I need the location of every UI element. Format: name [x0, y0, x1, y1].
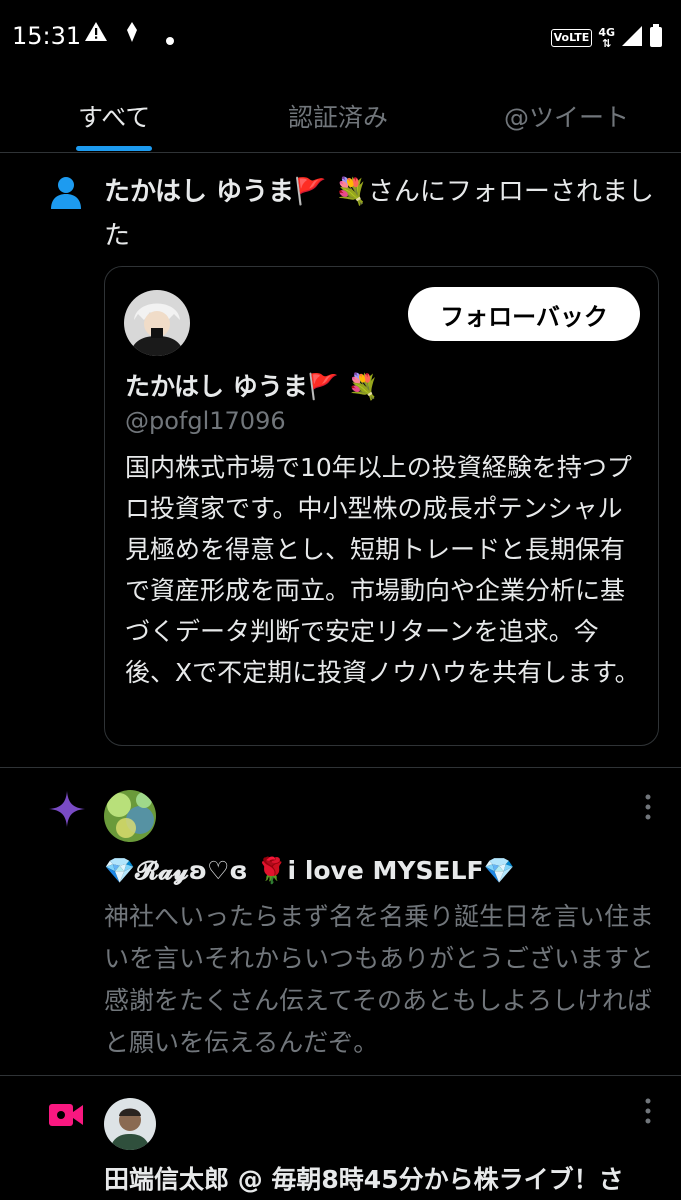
notification-tabs: すべて 認証済み @ツイート — [0, 72, 681, 153]
follower-card[interactable]: フォローバック たかはし ゆうま🚩 💐 @pofgl17096 国内株式市場で1… — [104, 266, 659, 746]
status-time: 15:31 — [12, 22, 82, 50]
person-icon — [48, 175, 84, 215]
location-icon — [124, 20, 140, 48]
tab-all[interactable]: すべて — [78, 98, 150, 134]
more-options-icon[interactable] — [640, 1096, 656, 1126]
post-author-name[interactable]: 💎𝓡𝓪𝔂ʚ♡ɞ 🌹i love MYSELF💎 — [104, 856, 515, 886]
card-user-name[interactable]: たかはし ゆうま🚩 💐 — [125, 367, 379, 403]
post-author-name[interactable]: 田端信太郎 @ 毎朝8時45分から株ライブ！さ — [104, 1160, 664, 1196]
card-user-handle[interactable]: @pofgl17096 — [125, 407, 286, 435]
avatar[interactable] — [104, 1098, 156, 1150]
warning-icon — [84, 20, 108, 48]
network-type: 4G ⇅ — [598, 26, 615, 50]
tab-mentions[interactable]: @ツイート — [504, 98, 629, 134]
battery-icon — [649, 24, 663, 52]
video-icon — [48, 1100, 84, 1134]
follower-name[interactable]: たかはし ゆうま🚩 💐 — [104, 177, 368, 207]
divider — [0, 767, 681, 768]
divider — [0, 1075, 681, 1076]
active-tab-indicator — [76, 146, 152, 151]
status-bar: 15:31 VoLTE 4G ⇅ — [0, 0, 681, 72]
signal-icon — [621, 25, 643, 51]
dot-icon — [166, 30, 174, 49]
card-user-bio: 国内株式市場で10年以上の投資経験を持つプロ投資家です。中小型株の成長ポテンシャ… — [125, 453, 640, 687]
avatar[interactable] — [104, 790, 156, 842]
follow-back-button[interactable]: フォローバック — [408, 287, 640, 341]
avatar[interactable] — [124, 290, 190, 356]
follow-notification-text: たかはし ゆうま🚩 💐さんにフォローされました — [104, 170, 669, 258]
sparkle-icon — [48, 790, 86, 832]
post-text: 神社へいったらまず名を名乗り誕生日を言い住まいを言いそれからいつもありがとうござ… — [104, 902, 655, 1057]
more-options-icon[interactable] — [640, 792, 656, 822]
volte-badge: VoLTE — [550, 29, 593, 47]
tab-verified[interactable]: 認証済み — [288, 98, 388, 134]
